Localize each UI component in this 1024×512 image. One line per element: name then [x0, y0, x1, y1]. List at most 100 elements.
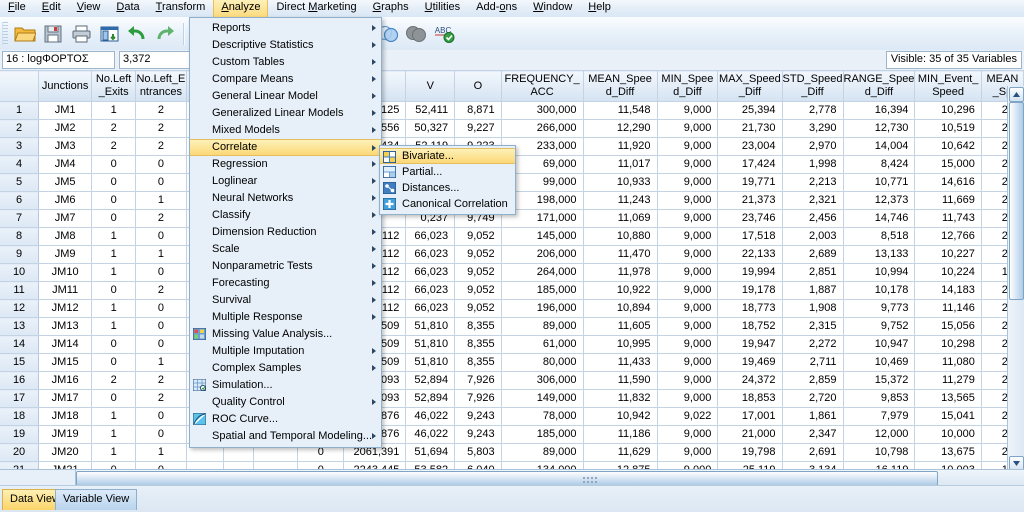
cell-minsd[interactable]: 9,000: [657, 389, 719, 408]
analyze-menu-item-survival[interactable]: Survival: [190, 292, 381, 309]
column-header-minsd[interactable]: MIN_Spee d_Diff: [657, 70, 719, 102]
row-header[interactable]: 12: [0, 299, 40, 318]
cell-junctions[interactable]: JM12: [38, 299, 93, 318]
cell-minsd[interactable]: 9,000: [657, 263, 719, 282]
show-all-variables-icon[interactable]: [403, 21, 429, 47]
table-row[interactable]: 18JM181002785,87646,0229,24378,00010,942…: [0, 407, 1024, 426]
cell-mines[interactable]: 11,279: [914, 371, 982, 390]
cell-maxsd[interactable]: 21,000: [717, 425, 783, 444]
cell-minsd[interactable]: 9,000: [657, 425, 719, 444]
cell-minsd[interactable]: 9,000: [657, 119, 719, 138]
cell-freq[interactable]: 196,000: [501, 299, 584, 318]
table-row[interactable]: 9JM91112504,11266,0239,052206,00011,4709…: [0, 245, 1024, 264]
correlate-item-distances[interactable]: Distances...: [380, 180, 515, 196]
cell-noleftexits[interactable]: 1: [91, 101, 137, 120]
cell-noleftentr[interactable]: 2: [135, 389, 187, 408]
cell-rangesd[interactable]: 10,771: [843, 173, 916, 192]
row-header[interactable]: 6: [0, 191, 40, 210]
cell-mines[interactable]: 10,224: [914, 263, 982, 282]
analyze-menu-item-descriptive-statistics[interactable]: Descriptive Statistics: [190, 37, 381, 54]
cell-minsd[interactable]: 9,000: [657, 155, 719, 174]
table-row[interactable]: 8JM81012504,11266,0239,052145,00010,8809…: [0, 227, 1024, 246]
cell-meansd[interactable]: 10,880: [583, 227, 658, 246]
cell-stdsd[interactable]: 2,321: [782, 191, 844, 210]
cell-meansd[interactable]: 11,433: [583, 353, 658, 372]
cell-noleftentr[interactable]: 2: [135, 101, 187, 120]
cell-v[interactable]: 50,327: [405, 119, 456, 138]
row-header[interactable]: 7: [0, 209, 40, 228]
cell-junctions[interactable]: JM17: [38, 389, 93, 408]
horizontal-scrollbar[interactable]: [0, 469, 1024, 486]
cell-noleftentr[interactable]: 2: [135, 137, 187, 156]
cell-junctions[interactable]: JM16: [38, 371, 93, 390]
cell-noleftentr[interactable]: 0: [135, 335, 187, 354]
cell-noleftentr[interactable]: 1: [135, 245, 187, 264]
cell-junctions[interactable]: JM8: [38, 227, 93, 246]
scroll-up-arrow[interactable]: [1009, 87, 1024, 102]
cell-meansd[interactable]: 11,069: [583, 209, 658, 228]
menu-file[interactable]: File: [0, 0, 34, 18]
cell-maxsd[interactable]: 19,469: [717, 353, 783, 372]
cell-mines[interactable]: 10,296: [914, 101, 982, 120]
cell-maxsd[interactable]: 19,798: [717, 443, 783, 462]
cell-o[interactable]: 8,355: [454, 353, 502, 372]
cell-mines[interactable]: 10,227: [914, 245, 982, 264]
row-header[interactable]: 10: [0, 263, 40, 282]
cell-o[interactable]: 9,052: [454, 245, 502, 264]
table-row[interactable]: 1JM11202586,12552,4118,871300,00011,5489…: [0, 101, 1024, 120]
cell-rangesd[interactable]: 10,947: [843, 335, 916, 354]
cell-meansd[interactable]: 10,933: [583, 173, 658, 192]
column-header-stdsd[interactable]: STD_Speed _Diff: [782, 70, 844, 102]
cell-noleftentr[interactable]: 0: [135, 407, 187, 426]
cell-noleftentr[interactable]: 0: [135, 263, 187, 282]
cell-maxsd[interactable]: 17,001: [717, 407, 783, 426]
cell-mines[interactable]: 13,565: [914, 389, 982, 408]
cell-o[interactable]: 7,926: [454, 371, 502, 390]
cell-minsd[interactable]: 9,000: [657, 101, 719, 120]
cell-minsd[interactable]: 9,000: [657, 281, 719, 300]
table-row[interactable]: 16JM162202355,09352,8947,926306,00011,59…: [0, 371, 1024, 390]
row-header[interactable]: 20: [0, 443, 40, 462]
cell-minsd[interactable]: 9,000: [657, 317, 719, 336]
cell-freq[interactable]: 89,000: [501, 443, 584, 462]
cell-o[interactable]: 8,355: [454, 335, 502, 354]
undo-icon[interactable]: [124, 21, 150, 47]
cell-rangesd[interactable]: 8,518: [843, 227, 916, 246]
table-row[interactable]: 11JM110212504,11266,0239,052185,00010,92…: [0, 281, 1024, 300]
cell-noleftexits[interactable]: 1: [91, 245, 137, 264]
cell-mines[interactable]: 10,519: [914, 119, 982, 138]
cell-maxsd[interactable]: 18,853: [717, 389, 783, 408]
horizontal-scroll-thumb[interactable]: [76, 471, 938, 486]
cell-noleftentr[interactable]: 1: [135, 191, 187, 210]
menu-direct-marketing[interactable]: Direct Marketing: [268, 0, 364, 18]
cell-rangesd[interactable]: 7,979: [843, 407, 916, 426]
cell-junctions[interactable]: JM7: [38, 209, 93, 228]
cell-minsd[interactable]: 9,000: [657, 335, 719, 354]
vertical-scroll-thumb[interactable]: [1009, 102, 1024, 300]
cell-noleftexits[interactable]: 0: [91, 155, 137, 174]
analyze-menu-item-general-linear-model[interactable]: General Linear Model: [190, 88, 381, 105]
cell-meansd[interactable]: 10,922: [583, 281, 658, 300]
cell-noleftentr[interactable]: 0: [135, 173, 187, 192]
menu-view[interactable]: View: [69, 0, 109, 18]
cell-maxsd[interactable]: 23,004: [717, 137, 783, 156]
cell-mines[interactable]: 14,616: [914, 173, 982, 192]
analyze-menu-item-reports[interactable]: Reports: [190, 20, 381, 37]
cell-stdsd[interactable]: 1,861: [782, 407, 844, 426]
cell-noleftexits[interactable]: 2: [91, 137, 137, 156]
cell-rangesd[interactable]: 9,752: [843, 317, 916, 336]
cell-v[interactable]: 46,022: [405, 425, 456, 444]
cell-o[interactable]: 9,052: [454, 263, 502, 282]
table-row[interactable]: 15JM150102384,50951,8108,35580,00011,433…: [0, 353, 1024, 372]
cell-mines[interactable]: 11,743: [914, 209, 982, 228]
vertical-scrollbar[interactable]: [1007, 86, 1024, 472]
cell-maxsd[interactable]: 21,730: [717, 119, 783, 138]
cell-rangesd[interactable]: 10,994: [843, 263, 916, 282]
menu-graphs[interactable]: Graphs: [365, 0, 417, 18]
menu-help[interactable]: Help: [580, 0, 619, 18]
cell-o[interactable]: 9,052: [454, 227, 502, 246]
cell-freq[interactable]: 145,000: [501, 227, 584, 246]
cell-rangesd[interactable]: 10,178: [843, 281, 916, 300]
row-header[interactable]: 4: [0, 155, 40, 174]
analyze-menu-item-compare-means[interactable]: Compare Means: [190, 71, 381, 88]
